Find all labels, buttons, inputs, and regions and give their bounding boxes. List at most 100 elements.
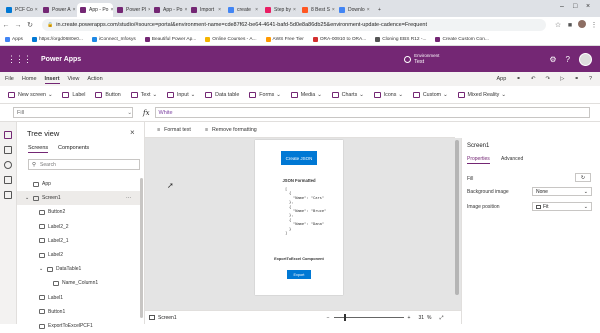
canvas-scrollbar[interactable] [455,140,459,295]
close-icon[interactable]: × [130,128,135,137]
tab-close-icon[interactable]: × [330,7,335,13]
tree-item[interactable]: ExportToExcelPCF1 [17,319,141,333]
browser-tab[interactable]: PCF Co × [3,3,39,17]
settings-icon[interactable]: ⚙ [549,55,556,64]
toolbar-mixed-reality[interactable]: Mixed Reality ⌄ [457,91,506,98]
menu-view[interactable]: View [68,75,80,84]
browser-tab[interactable]: create × [225,3,261,17]
toolbar-button[interactable]: Button [95,91,121,98]
chevron-down-icon[interactable]: ⌄ [39,266,45,272]
insert-icon[interactable] [4,146,12,154]
redo-icon[interactable]: ↷ [545,76,550,82]
tree-item[interactable]: Button2 [17,205,141,219]
window-close-icon[interactable]: × [586,3,590,10]
bookmark-item[interactable]: ORA-00910 to ORA... [312,36,366,42]
help-icon[interactable]: ? [566,55,570,64]
property-dropdown[interactable]: Fill ⌄ [13,107,133,118]
maximize-icon[interactable]: □ [573,3,577,10]
search-input[interactable]: ⚲ Search [28,159,140,170]
zoom-slider[interactable] [333,314,404,321]
forward-icon[interactable]: → [12,22,24,29]
fill-color-picker[interactable]: ↻ [575,173,591,182]
bookmark-item[interactable]: Beautiful Power Ap... [144,36,196,42]
url-field[interactable]: 🔒 in.create.powerapps.com/studio/#source… [42,19,546,31]
menu-insert[interactable]: Insert [44,75,60,84]
create-json-button[interactable]: Create JSON [281,151,317,165]
toolbar-data-table[interactable]: Data table [205,91,239,98]
environment-name[interactable]: Test [414,59,439,65]
remove-formatting-button[interactable]: Remove formatting [212,127,257,133]
tree-item[interactable]: ⌄ DataTable1 [17,262,141,276]
share-icon[interactable]: ⚭ [574,76,579,82]
avatar[interactable] [576,20,588,30]
tab-close-icon[interactable]: × [33,7,38,13]
more-options-icon[interactable]: ··· [126,195,131,201]
bookmark-item[interactable]: Apps [5,36,23,42]
tab-close-icon[interactable]: × [365,7,370,13]
image-position-dropdown[interactable]: Fit ⌄ [532,202,592,211]
zoom-out-icon[interactable]: − [327,315,330,321]
reload-icon[interactable]: ↻ [24,21,36,29]
tree-item[interactable]: ⌄ Screen1 ··· [17,191,141,206]
toolbar-custom[interactable]: Custom ⌄ [412,91,448,98]
tab-close-icon[interactable]: × [182,7,187,13]
toolbar-forms[interactable]: Forms ⌄ [249,91,281,98]
bookmark-item[interactable]: iConnect_Infosys [91,36,136,42]
tree-item[interactable]: Label2_2 [17,220,141,234]
tree-item[interactable]: App [17,177,141,191]
undo-icon[interactable]: ↶ [531,76,536,82]
menu-action[interactable]: Action [87,75,102,84]
tab-properties[interactable]: Properties [467,156,490,164]
more-icon[interactable]: ? [589,76,592,82]
browser-tab[interactable]: 8 Best S × [299,3,335,17]
tree-scrollbar[interactable] [140,178,143,318]
tree-view-icon[interactable] [4,131,12,139]
toolbar-input[interactable]: Input ⌄ [166,91,195,98]
tab-close-icon[interactable]: × [216,7,221,13]
tree-item[interactable]: Name_Column1 [17,276,141,290]
zoom-thumb[interactable] [343,314,346,321]
tree-item[interactable]: Label2 [17,248,141,262]
browser-tab[interactable]: Downlo × [336,3,372,17]
formula-input[interactable]: White [154,107,590,118]
user-avatar[interactable] [579,52,592,66]
bookmark-item[interactable]: Create Custom Con... [435,36,489,42]
browser-tab[interactable]: App - Po × [151,3,187,17]
tab-close-icon[interactable]: × [146,7,150,13]
tab-close-icon[interactable]: × [108,7,113,13]
menu-file[interactable]: File [5,75,14,84]
bookmark-item[interactable]: Online Courses - A... [205,36,257,42]
app-screen[interactable]: Create JSON JSON Formatted [{"Name": "Ca… [255,140,343,295]
waffle-icon[interactable]: ⋮⋮⋮ [7,54,32,65]
browser-menu-icon[interactable]: ⋮ [588,21,600,29]
chevron-down-icon[interactable]: ⌄ [25,195,31,201]
toolbar-media[interactable]: Media ⌄ [290,91,322,98]
minimize-icon[interactable]: – [560,3,564,10]
menu-home[interactable]: Home [22,75,37,84]
format-text-button[interactable]: Format text [164,127,191,133]
fit-screen-icon[interactable]: ⤢ [439,315,443,321]
toolbar-new-screen[interactable]: New screen ⌄ [8,91,52,98]
stethoscope-icon[interactable]: ⚭ [516,76,521,82]
star-icon[interactable]: ☆ [552,21,564,29]
extensions-icon[interactable]: ■ [564,22,576,29]
tab-advanced[interactable]: Advanced [501,156,523,162]
bookmark-item[interactable]: AWS Free Tier [265,36,304,42]
browser-tab[interactable]: Power A × [40,3,76,17]
media-icon[interactable] [4,176,12,184]
bookmark-item[interactable]: https://orgd0680e0... [31,36,83,42]
zoom-in-icon[interactable]: + [408,315,411,321]
toolbar-charts[interactable]: Charts ⌄ [331,91,364,98]
tab-close-icon[interactable]: × [253,7,258,13]
advanced-tools-icon[interactable] [4,191,12,199]
tab-screens[interactable]: Screens [28,145,49,153]
app-checker-label[interactable]: App [496,76,506,82]
browser-tab[interactable]: Power Pl × [114,3,150,17]
background-image-dropdown[interactable]: None ⌄ [532,187,592,196]
browser-tab[interactable]: Import × [188,3,224,17]
browser-tab[interactable]: App - Po × [77,3,113,17]
toolbar-label[interactable]: Label [62,91,85,98]
tab-close-icon[interactable]: × [291,7,296,13]
play-icon[interactable]: ▷ [560,76,564,82]
tree-item[interactable]: Label2_1 [17,234,141,248]
